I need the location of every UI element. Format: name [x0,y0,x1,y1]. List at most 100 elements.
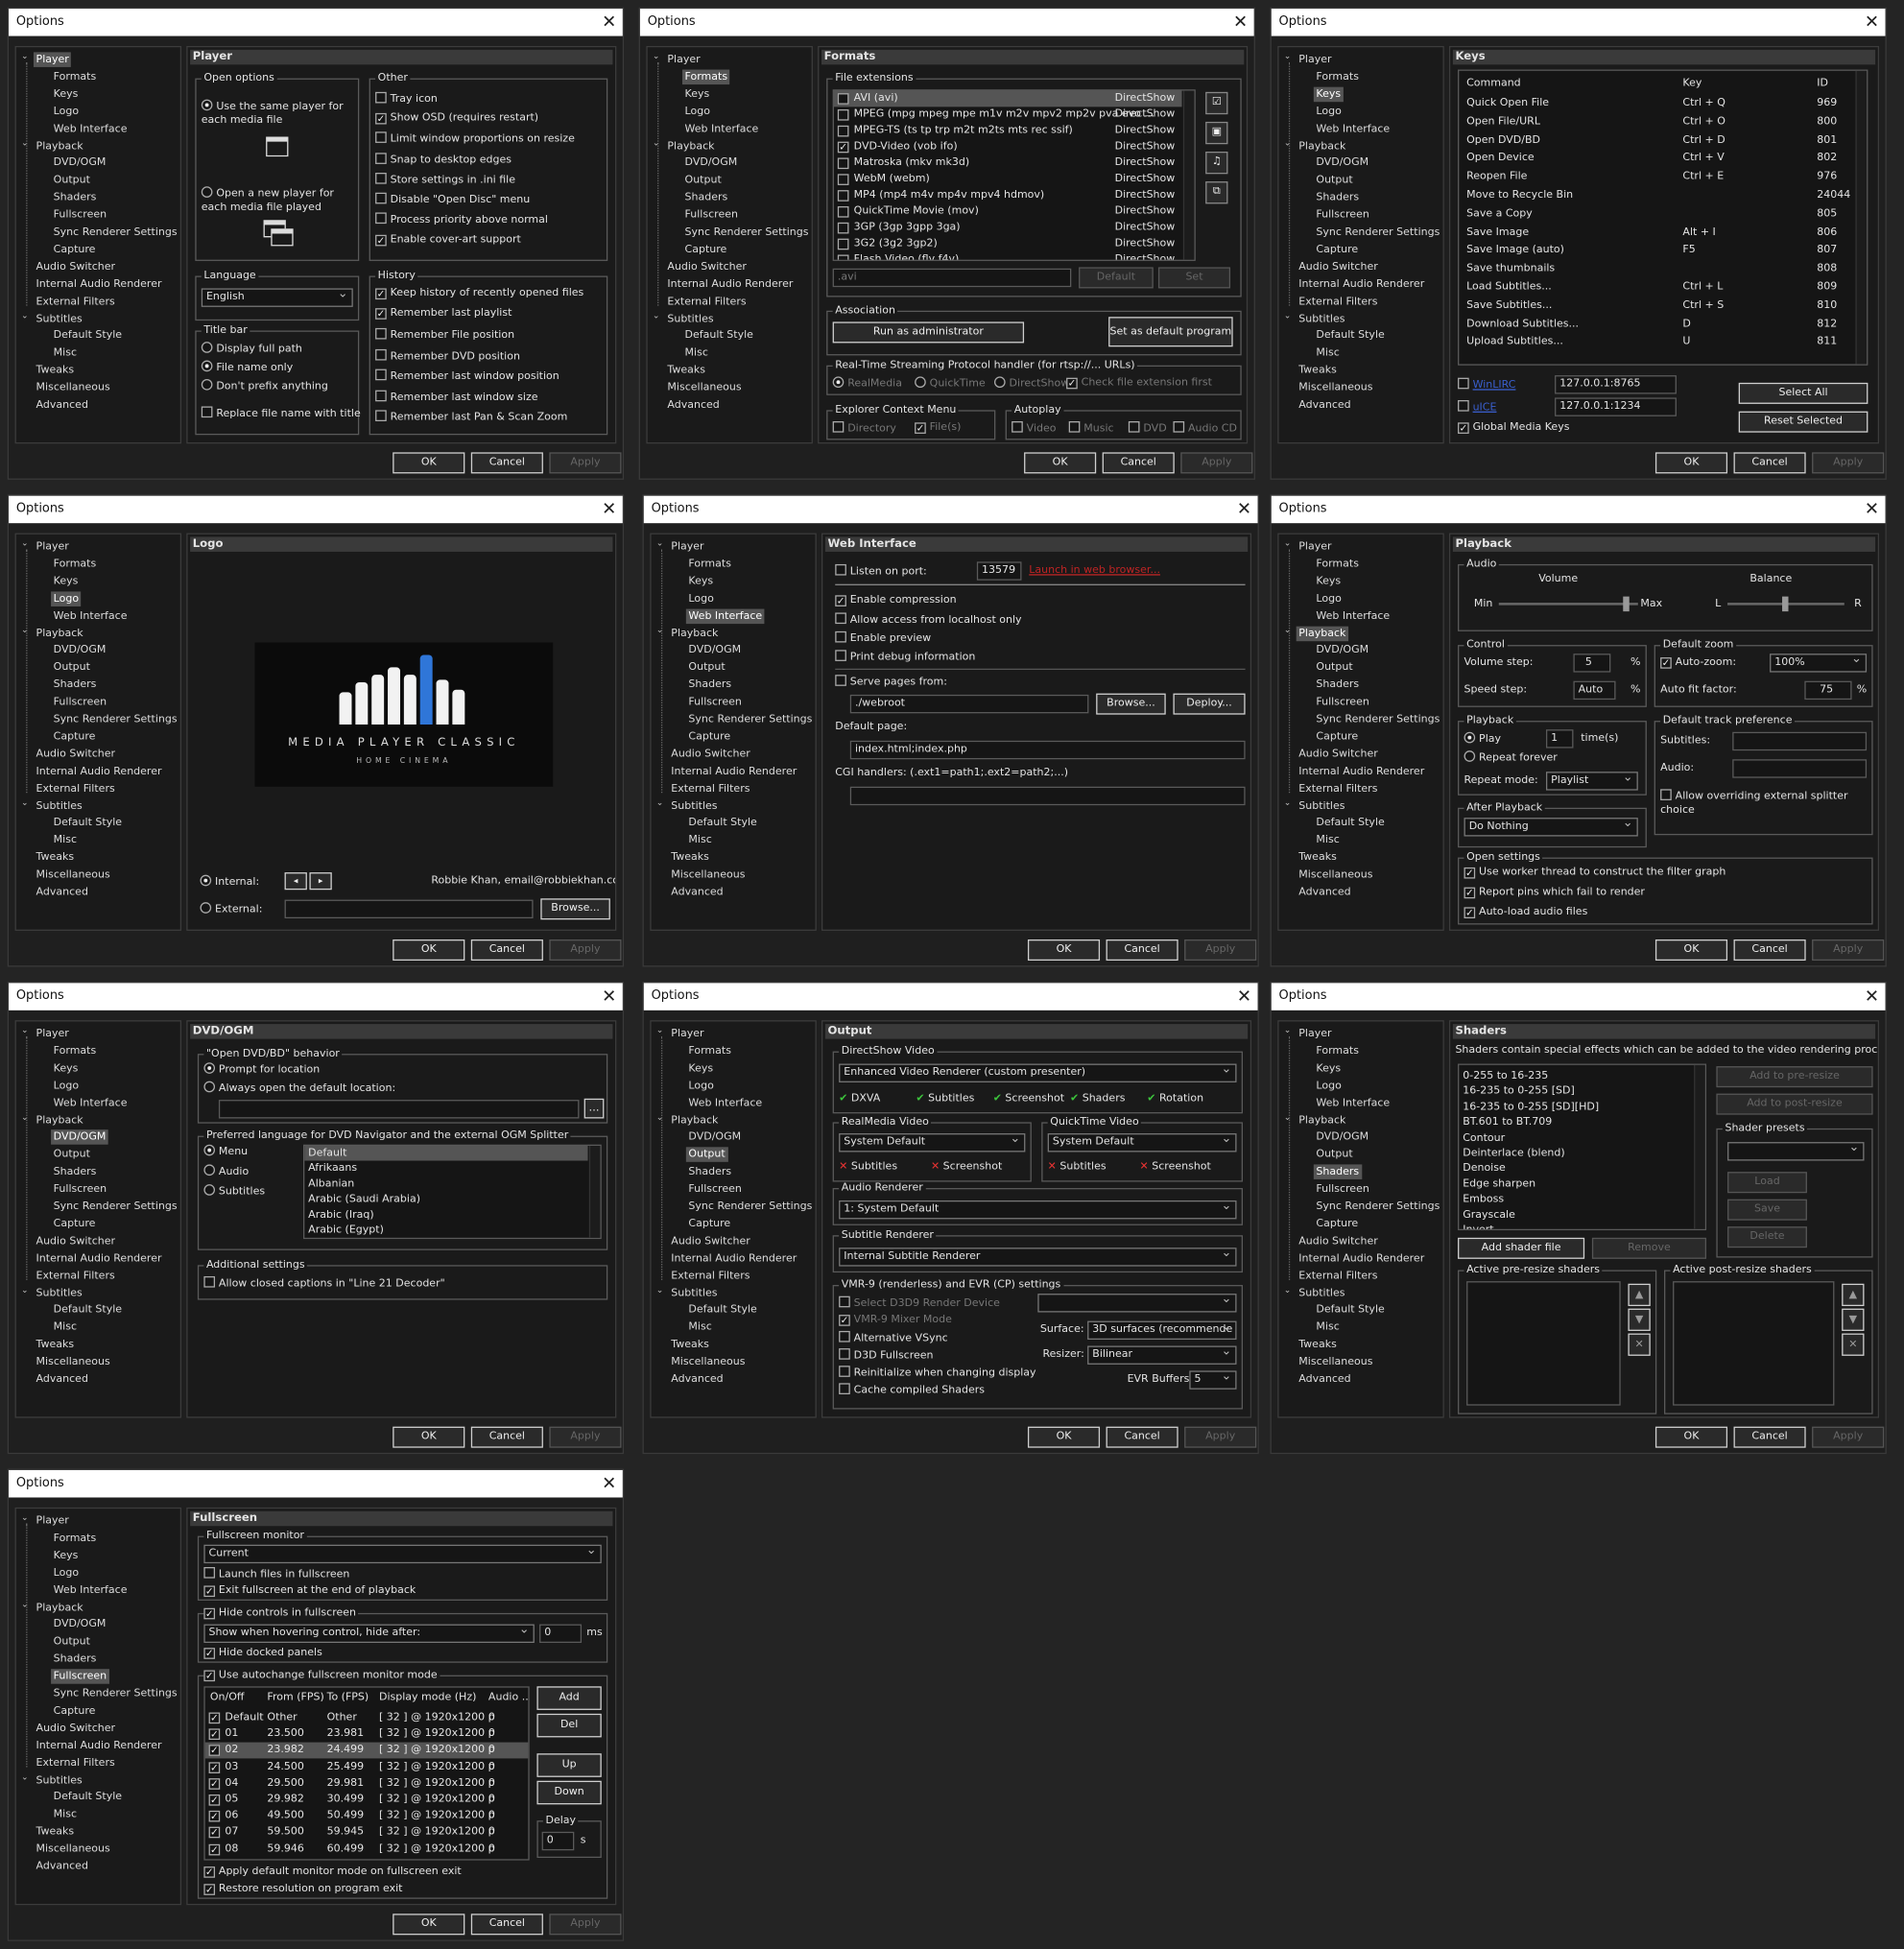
uice-address[interactable]: 127.0.0.1:1234 [1555,397,1677,416]
allow-override-checkbox[interactable]: Allow overriding external splitter choic… [1660,789,1867,818]
tree-item[interactable]: External Filters [1298,781,1377,796]
tree-item[interactable]: Sync Renderer Settings [54,1686,178,1701]
tree-item[interactable]: Miscellaneous [36,868,110,883]
formats-list[interactable]: AVI (avi) DirectShow MPEG (mpg mpeg mpe m1… [832,89,1196,261]
after-playback-select[interactable]: Do Nothing [1464,818,1638,837]
tree-item[interactable]: Internal Audio Renderer [1298,1251,1424,1267]
remember-pan-checkbox[interactable]: Remember last Pan & Scan Zoom [375,410,567,425]
tree-item[interactable]: Misc [54,1807,77,1822]
tree-item[interactable]: DVD/OGM [1316,1130,1368,1146]
tree-item[interactable]: Playback [671,1113,718,1129]
ok-button[interactable]: OK [1654,452,1728,474]
tree-item[interactable]: Sync Renderer Settings [688,1200,812,1215]
table-row[interactable]: Save Image (auto) F5 807 [1459,243,1854,259]
chevron-down-icon[interactable]: ⌄ [1284,538,1292,548]
tree-item[interactable]: Playback [667,138,714,154]
tree-item[interactable]: Output [1316,1148,1352,1163]
apply-button[interactable]: Apply [549,1426,622,1448]
remember-dvd-checkbox[interactable]: Remember DVD position [375,348,520,365]
files-checkbox[interactable]: ✓ File(s) [915,421,961,435]
check-ext-checkbox[interactable]: ✓ Check file extension first [1066,376,1212,390]
autozoom-checkbox[interactable]: ✓ Auto-zoom: [1660,656,1736,670]
remember-file-checkbox[interactable]: Remember File position [375,327,514,344]
preview-checkbox[interactable]: Enable preview [835,630,931,647]
tree-item[interactable]: DVD/OGM [688,1130,741,1146]
tree-item[interactable]: Formats [1316,1044,1359,1059]
scrollbar[interactable] [1694,1064,1705,1229]
full-path-radio[interactable]: Display full path [201,342,302,357]
apply-button[interactable]: Apply [549,939,622,962]
restore-formats-icon[interactable]: ⧉ [1205,181,1228,204]
list-item[interactable]: 3G2 (3g2 3gp2) DirectShow [834,236,1182,252]
add-mode-button[interactable]: Add [536,1686,602,1710]
tree-item[interactable]: Internal Audio Renderer [671,764,797,779]
tree-item[interactable]: Advanced [671,1372,723,1388]
port-field[interactable]: 13579 [976,561,1022,581]
tree-item[interactable]: Logo [1316,104,1341,119]
list-item[interactable]: Afrikaans [304,1161,587,1177]
tree-item[interactable]: Misc [1316,345,1339,361]
row-checkbox[interactable] [837,125,849,137]
tree-item[interactable]: Capture [54,729,96,745]
add-post-resize-button[interactable]: Add to post-resize [1716,1093,1873,1115]
tree-item[interactable]: Misc [54,1320,77,1336]
cancel-button[interactable]: Cancel [1733,1426,1806,1448]
apply-button[interactable]: Apply [1812,1426,1885,1448]
list-item[interactable]: Denoise [1459,1161,1692,1177]
language-select[interactable]: English [201,288,353,307]
table-row[interactable]: Upload Subtitles... U 811 [1459,335,1854,351]
quicktime-radio[interactable]: QuickTime [915,376,986,392]
tree-item[interactable]: Subtitles [1298,1286,1345,1301]
tree-item[interactable]: Default Style [1316,1303,1384,1319]
tree-item[interactable]: Output [54,1148,90,1163]
tree-item[interactable]: Fullscreen [54,1182,107,1198]
tree-item[interactable]: Tweaks [36,1824,75,1840]
cancel-button[interactable]: Cancel [470,939,543,962]
tree-item[interactable]: Advanced [1298,885,1350,900]
set-button[interactable]: Set [1157,267,1231,289]
surface-select[interactable]: 3D surfaces (recommende [1087,1320,1237,1341]
tree-item[interactable]: Subtitles [36,311,83,326]
table-row[interactable]: Save Subtitles... Ctrl + S 810 [1459,298,1854,315]
tree-item[interactable]: Web Interface [54,121,128,136]
table-row[interactable]: ✓ 05 29.982 30.499 [ 32 ] @ 1920x1200 p0 [205,1792,529,1808]
list-item[interactable]: Arabic (Saudi Arabia) [304,1192,587,1207]
list-item[interactable]: Flash Video (flv f4v) DirectShow [834,252,1182,260]
list-item[interactable]: MP4 (mp4 m4v mp4v mpv4 hdmov) DirectShow [834,188,1182,204]
tree-item[interactable]: DVD/OGM [54,1617,107,1632]
close-icon[interactable]: ✕ [1237,983,1251,1010]
row-checkbox[interactable] [837,222,849,234]
tree-item[interactable]: Subtitles [671,798,717,814]
cancel-button[interactable]: Cancel [1102,452,1175,474]
tree-item[interactable]: Default Style [54,816,122,831]
ok-button[interactable]: OK [393,1426,465,1448]
volume-slider[interactable] [1498,596,1638,612]
table-row[interactable]: ✓ 07 59.500 59.945 [ 32 ] @ 1920x1200 p0 [205,1825,529,1842]
cancel-button[interactable]: Cancel [470,1426,543,1448]
chevron-down-icon[interactable]: ⌄ [1284,1111,1292,1121]
chevron-down-icon[interactable]: ⌄ [1284,797,1292,807]
remember-winpos-checkbox[interactable]: Remember last window position [375,368,559,385]
tree-item[interactable]: Fullscreen [688,695,741,710]
tree-item[interactable]: Audio Switcher [1298,1234,1377,1249]
tree-item[interactable]: Shaders [688,677,731,693]
autoplay-dvd-checkbox[interactable]: DVD [1128,421,1167,437]
close-icon[interactable]: ✕ [1233,9,1248,36]
video-formats-icon[interactable]: ▣ [1205,121,1228,145]
tree-item[interactable]: Fullscreen [1316,695,1368,710]
list-item[interactable]: WebM (webm) DirectShow [834,172,1182,188]
list-item[interactable]: Arabic (Iraq) [304,1207,587,1223]
tree-item[interactable]: DVD/OGM [1316,643,1368,658]
tree-item[interactable]: Audio Switcher [36,1234,115,1249]
prompt-location-radio[interactable]: Prompt for location [203,1062,320,1078]
tree-item[interactable]: Player [36,1027,69,1042]
tree-item[interactable]: Shaders [54,677,97,693]
list-item[interactable]: Albanian [304,1177,587,1192]
replace-title-checkbox[interactable]: Replace file name with title [201,406,361,421]
tree-item[interactable]: Sync Renderer Settings [54,1200,178,1215]
play-radio[interactable]: Play [1464,731,1501,748]
tree-item[interactable]: External Filters [671,781,750,796]
list-item[interactable]: Edge sharpen [1459,1177,1692,1192]
row-checkbox[interactable]: ✓ [208,1777,221,1790]
move-down-icon[interactable]: ▼ [1628,1308,1651,1331]
